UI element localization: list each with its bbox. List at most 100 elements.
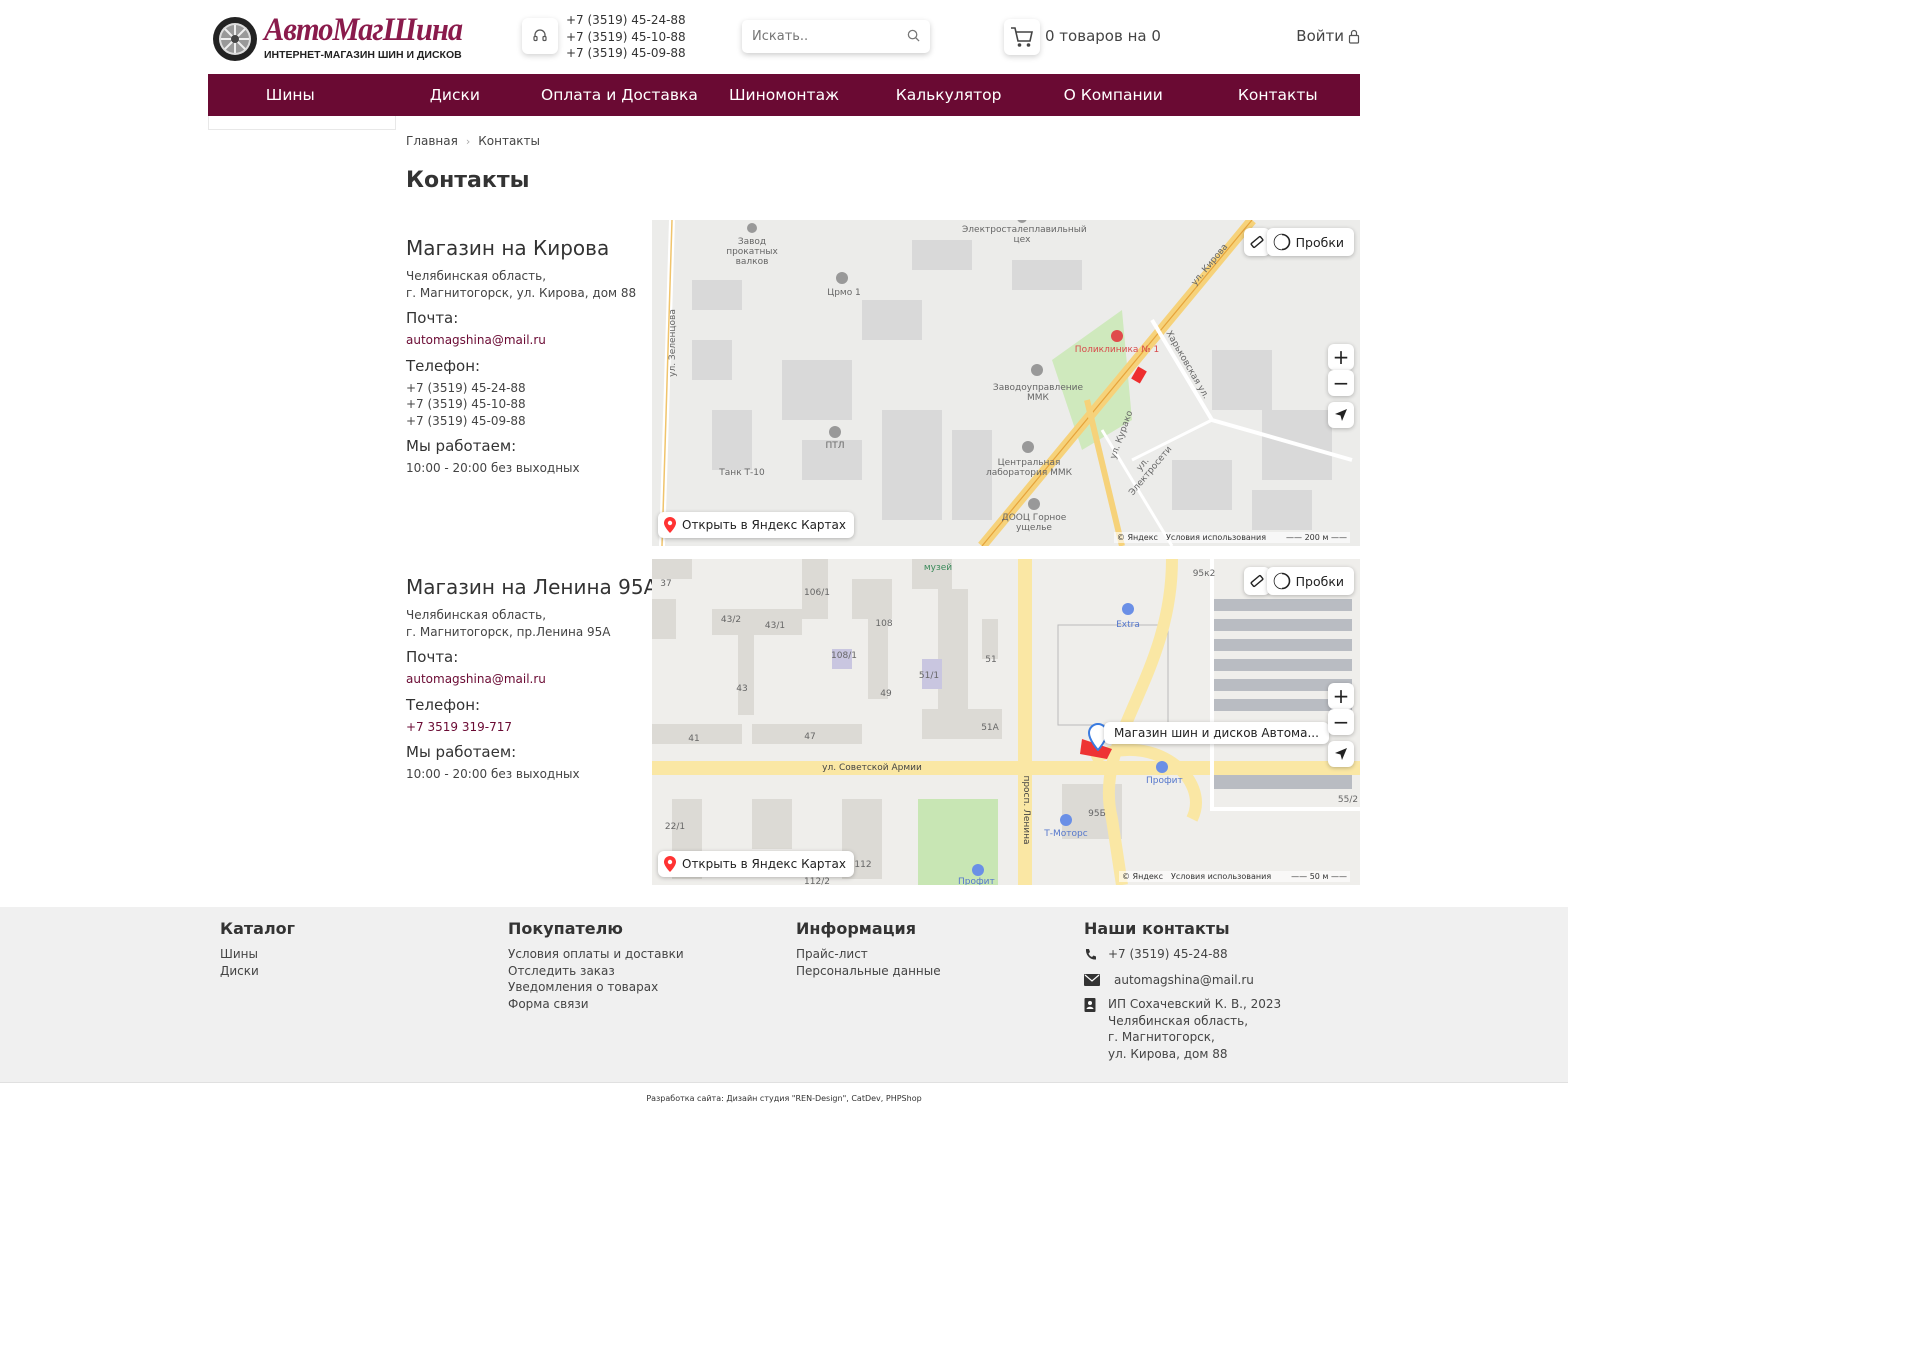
hours-label: Мы работаем: xyxy=(406,743,517,761)
store-phone-link[interactable]: +7 3519 319-717 xyxy=(406,720,512,734)
cart-icon[interactable] xyxy=(1004,19,1040,55)
footer-link[interactable]: Уведомления о товарах xyxy=(508,979,684,996)
traffic-icon xyxy=(1273,233,1290,251)
map-footer: © Яндекс Условия использования —— 200 м … xyxy=(1113,532,1350,543)
footer-link[interactable]: Шины xyxy=(220,946,295,963)
zoom-out-button[interactable]: − xyxy=(1328,709,1354,735)
map-label: 51/1 xyxy=(918,671,940,681)
map-label: 22/1 xyxy=(664,822,686,832)
page-title: Контакты xyxy=(406,168,530,193)
geolocation-button[interactable] xyxy=(1328,402,1354,428)
map-label: 43/2 xyxy=(720,615,742,625)
phone-label: Телефон: xyxy=(406,695,481,714)
site-logo[interactable]: АвтоМагШина ИНТЕРНЕТ-МАГАЗИН ШИН И ДИСКО… xyxy=(212,12,463,64)
map-label: 108/1 xyxy=(831,651,857,661)
map-label: 112/2 xyxy=(804,877,830,885)
nav-item-contacts[interactable]: Контакты xyxy=(1195,74,1360,116)
footer-buyer-title: Покупателю xyxy=(508,919,623,938)
store-title: Магазин на Ленина 95А xyxy=(406,575,658,599)
footer-info: Информация Прайс-лист Персональные данны… xyxy=(796,919,941,979)
geolocation-button[interactable] xyxy=(1328,741,1354,767)
open-yandex-label: Открыть в Яндекс Картах xyxy=(682,518,846,532)
map-label: просп. Ленина xyxy=(1021,775,1031,845)
footer-company: ИП Сохачевский К. В., 2023 xyxy=(1108,997,1282,1011)
map-label: музей xyxy=(923,563,953,573)
map-kirova[interactable]: Завод прокатных валков Электростaлеплави… xyxy=(652,220,1360,546)
map-label: ул. Советской Армии xyxy=(822,763,922,773)
site-credits[interactable]: Разработка сайта: Дизайн студия "REN-Des… xyxy=(0,1094,1568,1103)
search-input[interactable] xyxy=(742,20,902,53)
footer-email[interactable]: automagshina@mail.ru xyxy=(1114,972,1254,991)
traffic-button[interactable]: Пробки xyxy=(1266,228,1354,256)
map-pin-icon xyxy=(664,517,676,533)
search-icon[interactable] xyxy=(907,29,920,42)
map-label: Т-Моторс xyxy=(1044,829,1088,839)
store-email-link[interactable]: automagshina@mail.ru xyxy=(406,672,546,686)
wheel-logo-icon xyxy=(213,17,257,61)
footer-catalog-title: Каталог xyxy=(220,919,296,938)
footer-phone[interactable]: +7 (3519) 45-24-88 xyxy=(1108,946,1228,966)
footer-link[interactable]: Персональные данные xyxy=(796,963,941,980)
footer-link[interactable]: Условия оплаты и доставки xyxy=(508,946,684,963)
map-label: Заводоуправление ММК xyxy=(992,383,1084,403)
cart-summary[interactable]: 0 товаров на 0 xyxy=(1045,27,1161,45)
map-scale: 200 м xyxy=(1304,533,1329,542)
map-label: 49 xyxy=(880,689,892,699)
zoom-in-button[interactable]: + xyxy=(1328,344,1354,370)
traffic-icon xyxy=(1273,572,1290,590)
location-arrow-icon xyxy=(1335,748,1347,760)
map-pin-icon xyxy=(664,856,676,872)
store-marker-label[interactable]: Магазин шин и дисков Автома... xyxy=(1104,722,1329,744)
terms-link[interactable]: Условия использования xyxy=(1166,533,1266,542)
zoom-in-button[interactable]: + xyxy=(1328,683,1354,709)
nav-item-tires[interactable]: Шины xyxy=(208,74,373,116)
open-yandex-maps-button[interactable]: Открыть в Яндекс Картах xyxy=(658,851,854,877)
logo-tagline: ИНТЕРНЕТ-МАГАЗИН ШИН И ДИСКОВ xyxy=(264,49,462,61)
nav-item-payment-delivery[interactable]: Оплата и Доставка xyxy=(537,74,702,116)
headset-icon[interactable] xyxy=(522,18,558,54)
open-yandex-maps-button[interactable]: Открыть в Яндекс Картах xyxy=(658,512,854,538)
header-phone[interactable]: +7 (3519) 45-24-88 xyxy=(566,12,686,29)
nav-item-calculator[interactable]: Калькулятор xyxy=(866,74,1031,116)
header-phone[interactable]: +7 (3519) 45-09-88 xyxy=(566,45,686,62)
yandex-copyright[interactable]: © Яндекс xyxy=(1122,872,1163,881)
hours-label: Мы работаем: xyxy=(406,437,517,455)
nav-item-tire-fitting[interactable]: Шиномонтаж xyxy=(702,74,867,116)
map-label: Extra xyxy=(1116,620,1140,630)
nav-item-wheels[interactable]: Диски xyxy=(373,74,538,116)
traffic-label: Пробки xyxy=(1295,573,1344,589)
zoom-out-button[interactable]: − xyxy=(1328,370,1354,396)
envelope-icon xyxy=(1084,972,1104,991)
site-footer: Каталог Шины Диски Покупателю Условия оп… xyxy=(0,907,1568,1083)
map-label: Завод прокатных валков xyxy=(726,237,778,267)
store-title: Магазин на Кирова xyxy=(406,236,610,260)
map-label: ул. Зеленцова xyxy=(668,309,678,377)
map-label: 55/2 xyxy=(1337,795,1359,805)
email-label: Почта: xyxy=(406,309,459,327)
map-label: Танк Т-10 xyxy=(719,468,765,478)
footer-link[interactable]: Прайс-лист xyxy=(796,946,941,963)
footer-contacts-title: Наши контакты xyxy=(1084,919,1230,938)
map-label: 43/1 xyxy=(764,621,786,631)
logo-name: АвтоМагШина xyxy=(264,12,463,48)
breadcrumb-home[interactable]: Главная xyxy=(406,134,458,148)
traffic-button[interactable]: Пробки xyxy=(1266,567,1354,595)
map-label: Поликлиника № 1 xyxy=(1074,345,1160,355)
yandex-copyright[interactable]: © Яндекс xyxy=(1117,533,1158,542)
footer-link[interactable]: Форма связи xyxy=(508,996,684,1013)
map-label: Электростaлеплавильный цех xyxy=(962,225,1087,245)
nav-item-about[interactable]: О Компании xyxy=(1031,74,1196,116)
store-phone: +7 (3519) 45-09-88 xyxy=(406,413,526,428)
login-link[interactable]: Войти xyxy=(1296,27,1360,45)
footer-info-title: Информация xyxy=(796,919,916,938)
footer-link[interactable]: Отследить заказ xyxy=(508,963,684,980)
map-lenina[interactable]: музей Extra ул. Советской Армии просп. Л… xyxy=(652,559,1360,885)
map-label: Профит xyxy=(958,877,995,885)
footer-link[interactable]: Диски xyxy=(220,963,295,980)
terms-link[interactable]: Условия использования xyxy=(1171,872,1271,881)
header-phone[interactable]: +7 (3519) 45-10-88 xyxy=(566,29,686,46)
store-email-link[interactable]: automagshina@mail.ru xyxy=(406,333,546,347)
map-label: 41 xyxy=(688,734,700,744)
open-yandex-label: Открыть в Яндекс Картах xyxy=(682,857,846,871)
sidebar-placeholder xyxy=(208,116,396,130)
